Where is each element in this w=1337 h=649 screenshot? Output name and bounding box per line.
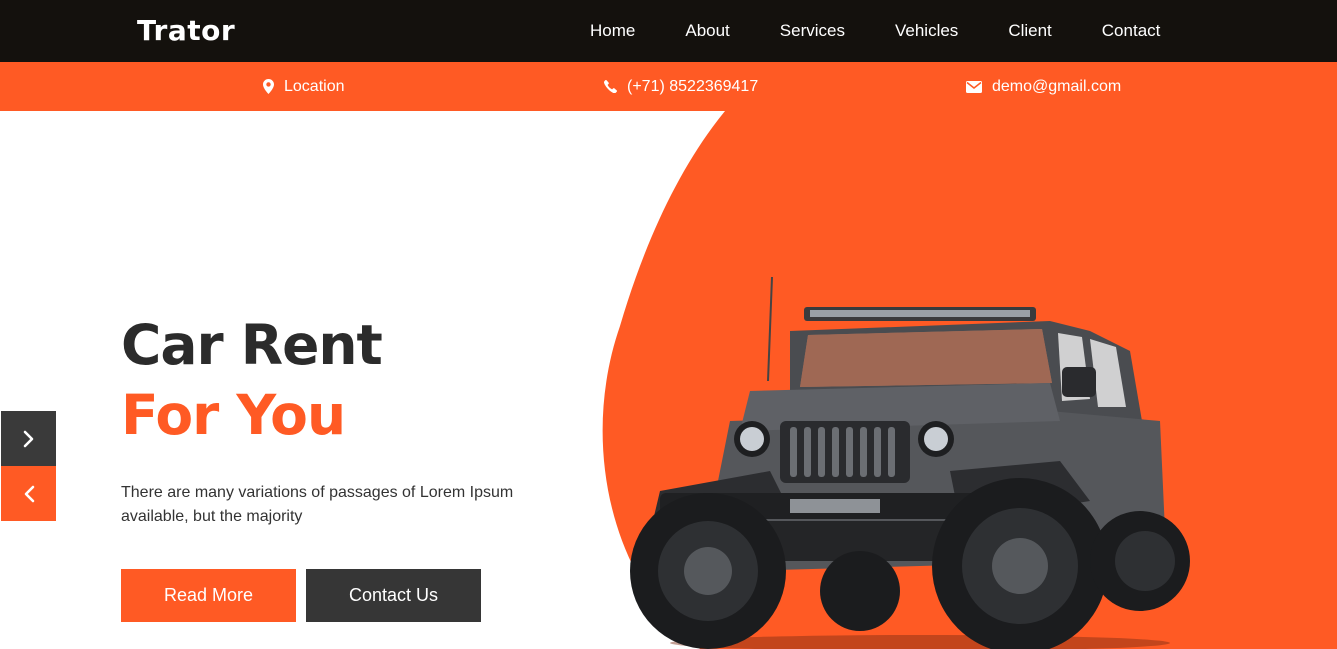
jeep-vehicle-image: [630, 276, 1190, 649]
hero-description: There are many variations of passages of…: [121, 484, 514, 525]
nav-about-link[interactable]: About: [685, 21, 729, 41]
slider-prev-button[interactable]: [1, 466, 56, 521]
location-text: Location: [284, 77, 345, 95]
email-text: demo@gmail.com: [992, 77, 1122, 95]
chevron-right-icon: [23, 430, 33, 447]
nav-home-link[interactable]: Home: [590, 21, 635, 41]
read-more-button[interactable]: Read More: [121, 569, 296, 622]
nav-vehicles-link[interactable]: Vehicles: [895, 21, 958, 41]
main-nav: Home About Services Vehicles Client Cont…: [590, 0, 1160, 62]
nav-services-link[interactable]: Services: [780, 21, 845, 41]
map-marker-icon: [263, 79, 274, 94]
phone-icon: [604, 80, 617, 93]
nav-contact-link[interactable]: Contact: [1102, 21, 1161, 41]
location-info[interactable]: Location: [263, 62, 345, 111]
slider-next-button[interactable]: [1, 411, 56, 466]
phone-text: (+71) 8522369417: [627, 77, 759, 95]
phone-info[interactable]: (+71) 8522369417: [604, 62, 758, 111]
hero-section: Car Rent For You There are many variatio…: [0, 111, 1337, 649]
envelope-icon: [966, 80, 982, 93]
nav-client-link[interactable]: Client: [1008, 21, 1051, 41]
brand-logo[interactable]: Trator: [137, 14, 235, 47]
contact-us-button[interactable]: Contact Us: [306, 569, 481, 622]
contact-info-bar: Location (+71) 8522369417 demo@gmail.com: [0, 62, 1337, 111]
chevron-left-icon: [24, 485, 34, 502]
hero-title-line2: For You: [121, 383, 346, 447]
hero-title-line1: Car Rent: [121, 313, 383, 377]
top-navbar: Trator Home About Services Vehicles Clie…: [0, 0, 1337, 62]
email-info[interactable]: demo@gmail.com: [966, 62, 1121, 111]
